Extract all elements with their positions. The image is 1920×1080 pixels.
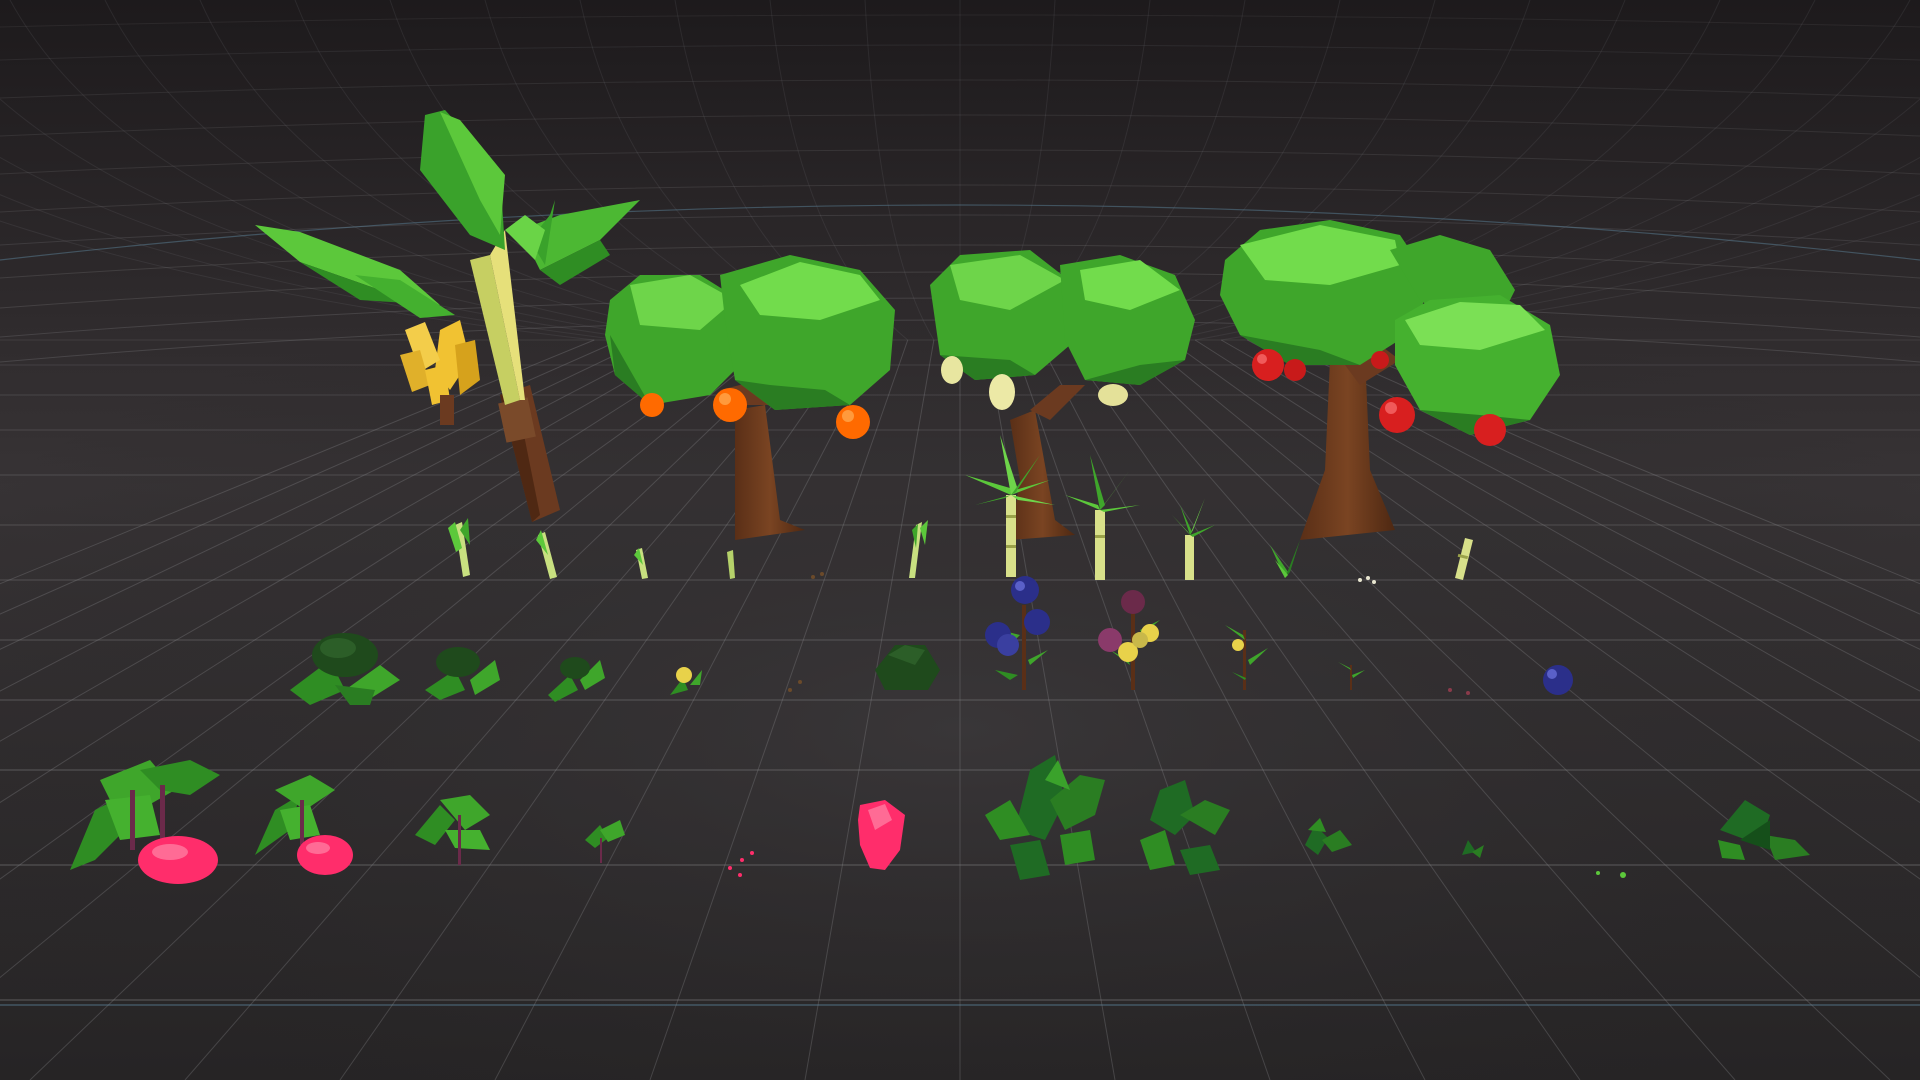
blueberry-fruit[interactable] (1543, 665, 1573, 695)
game-viewport (0, 0, 1920, 1080)
